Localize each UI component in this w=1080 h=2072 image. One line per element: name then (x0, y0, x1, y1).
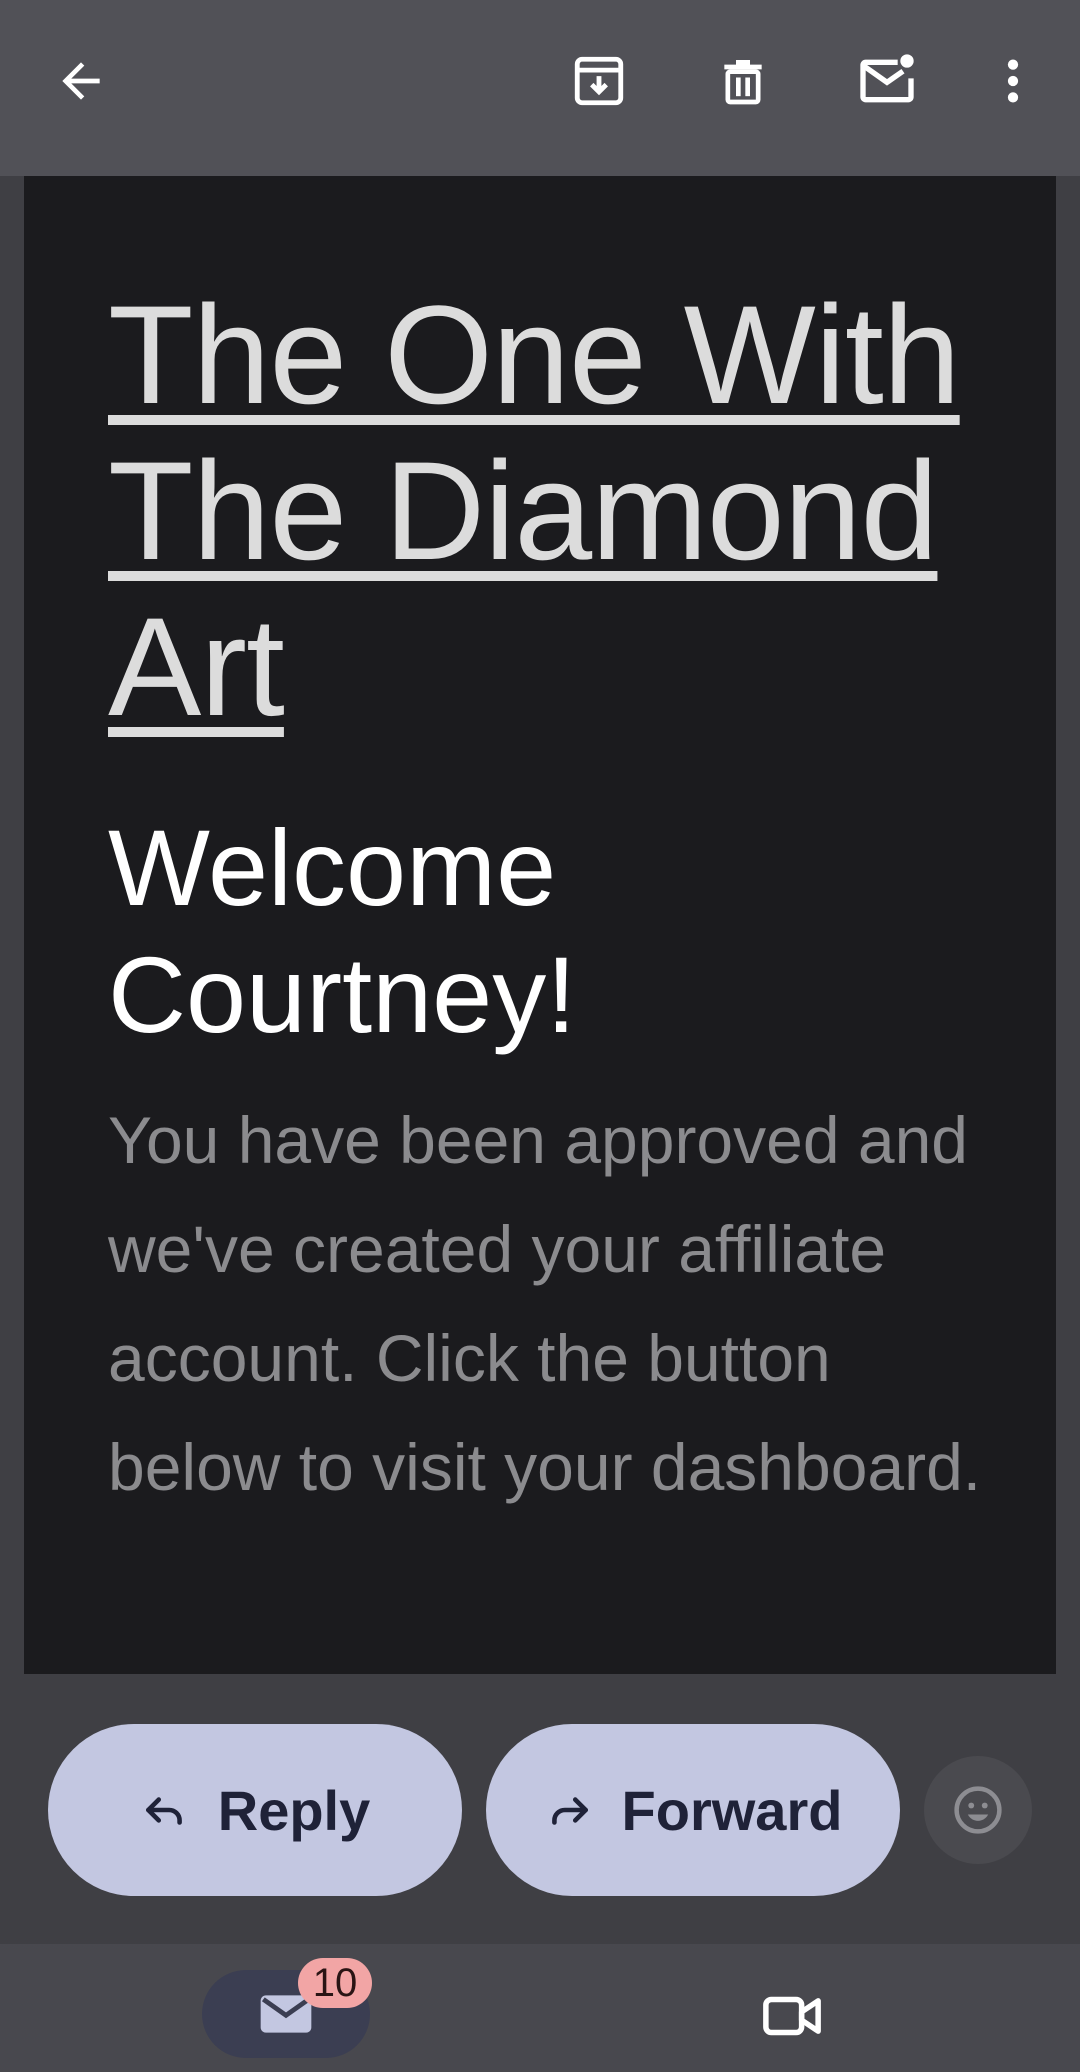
mark-unread-button[interactable] (846, 40, 928, 122)
greeting-heading: Welcome Courtney! (108, 807, 577, 1055)
bottom-navigation: 10 (0, 1944, 1080, 2072)
reply-arrow-icon (145, 1797, 182, 1825)
top-toolbar (0, 0, 1080, 176)
forward-button[interactable]: Forward (486, 1724, 900, 1896)
more-options-button[interactable] (972, 40, 1054, 122)
message-actions: Reply Forward (0, 1724, 1080, 1896)
nav-meet-tab[interactable] (754, 1978, 830, 2054)
trash-icon (724, 60, 762, 105)
forward-label: Forward (621, 1778, 843, 1842)
reply-label: Reply (217, 1778, 371, 1842)
video-camera-icon (763, 1996, 821, 2036)
archive-icon (574, 56, 624, 106)
unread-count-badge: 10 (298, 1958, 372, 2008)
emoji-smile-icon (954, 1786, 1002, 1834)
delete-button[interactable] (702, 40, 784, 122)
back-button[interactable] (40, 40, 122, 122)
forward-arrow-icon (551, 1797, 588, 1825)
more-vert-icon (1007, 59, 1019, 103)
arrow-left-icon (62, 62, 100, 100)
reply-button[interactable]: Reply (48, 1724, 462, 1896)
emoji-reaction-button[interactable] (924, 1756, 1032, 1864)
email-body-text: You have been approved and we've created… (108, 1103, 982, 1504)
email-body-card: The One With The Diamond Art Welcome Cou… (24, 176, 1056, 1674)
mail-unread-icon (860, 54, 914, 103)
email-title-link[interactable]: The One With The Diamond Art (108, 277, 1008, 745)
archive-button[interactable] (558, 40, 640, 122)
